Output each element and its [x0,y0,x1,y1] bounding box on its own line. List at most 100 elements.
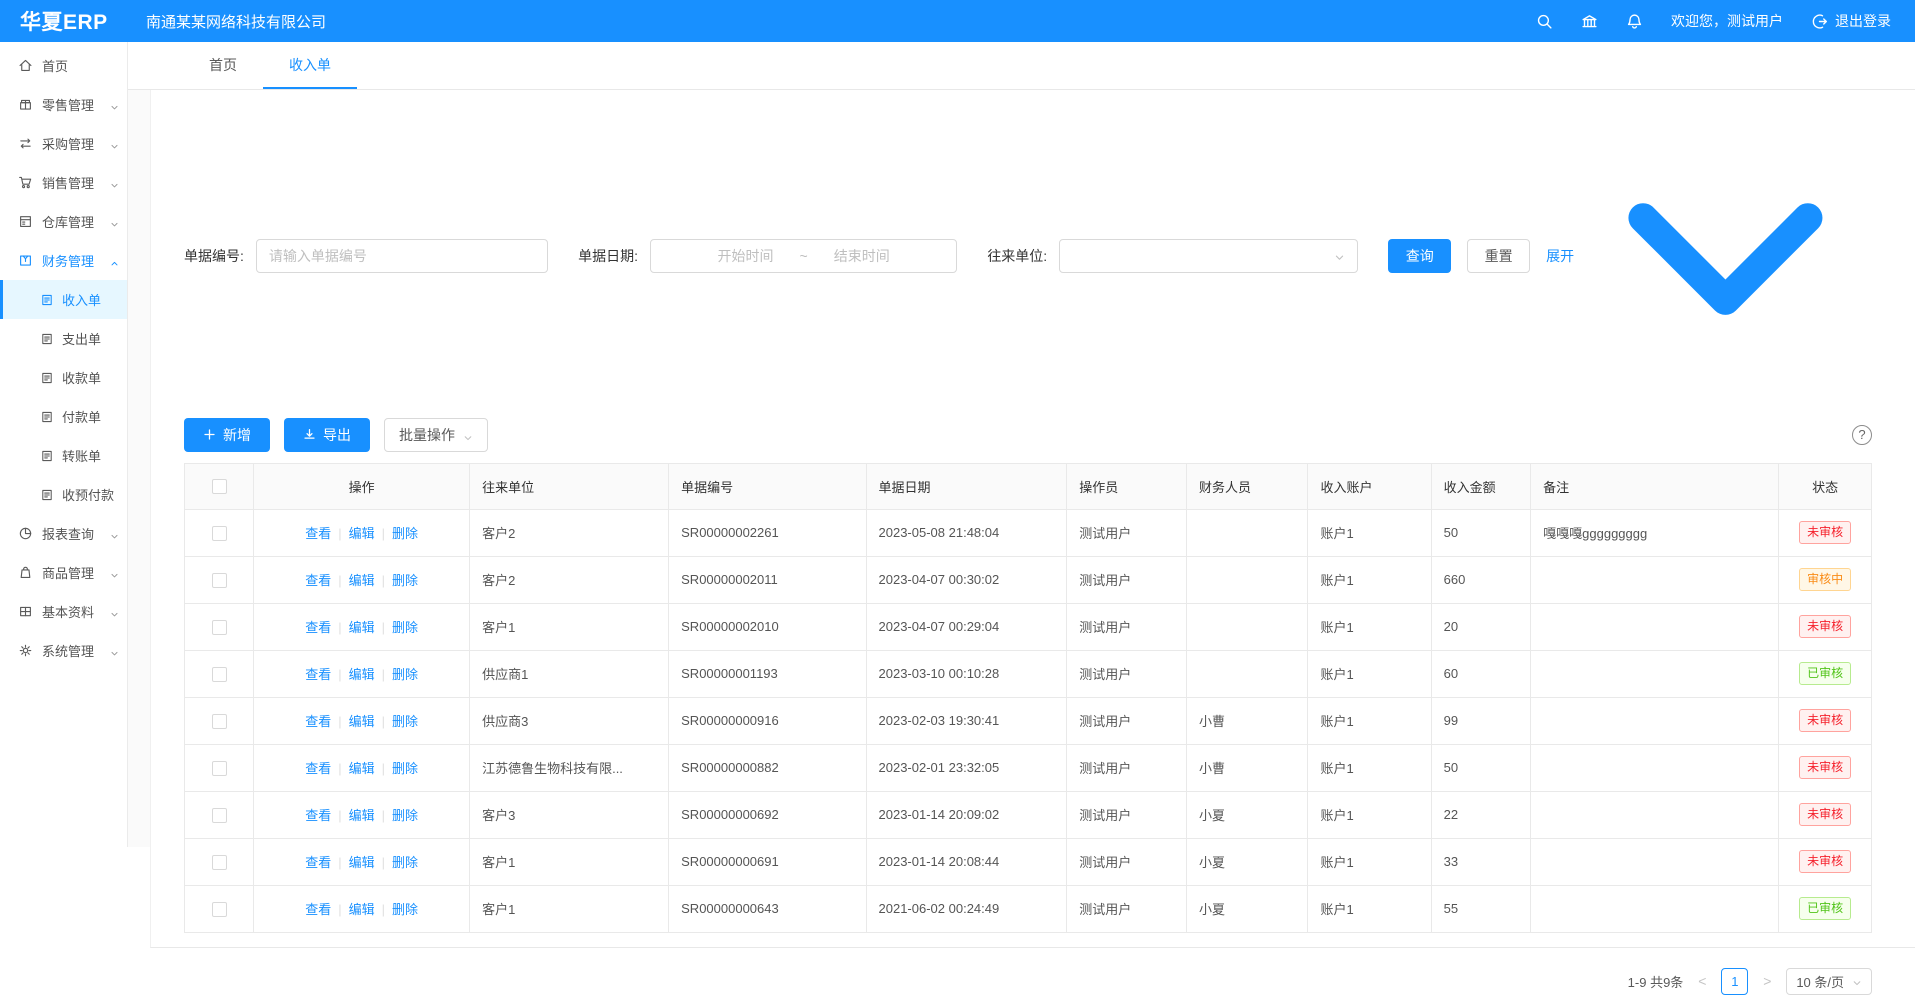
sidebar-item-goods[interactable]: 商品管理 [0,553,127,592]
cell-bill-no: SR00000000643 [669,885,866,932]
row-checkbox[interactable] [212,573,227,588]
view-link[interactable]: 查看 [305,714,331,729]
cell-bill-date: 2023-02-03 19:30:41 [866,697,1067,744]
status-badge: 未审核 [1799,850,1851,873]
row-checkbox[interactable] [212,667,227,682]
view-link[interactable]: 查看 [305,855,331,870]
edit-link[interactable]: 编辑 [349,573,375,588]
sidebar-item-expense-bill[interactable]: 支出单 [0,319,127,358]
document-icon [40,293,54,307]
page-number-button[interactable]: 1 [1721,968,1748,995]
sidebar-item-system[interactable]: 系统管理 [0,631,127,670]
sidebar-item-receipt-bill[interactable]: 收款单 [0,358,127,397]
bill-no-input[interactable] [256,239,548,273]
delete-link[interactable]: 删除 [392,714,418,729]
edit-link[interactable]: 编辑 [349,714,375,729]
sidebar-item-sales[interactable]: 销售管理 [0,163,127,202]
tab-income-bill[interactable]: 收入单 [263,42,357,89]
sidebar-item-income-bill[interactable]: 收入单 [0,280,127,319]
sidebar-item-basic-data[interactable]: 基本资料 [0,592,127,631]
export-button[interactable]: 导出 [284,418,370,452]
document-icon [40,332,54,346]
edit-link[interactable]: 编辑 [349,808,375,823]
delete-link[interactable]: 删除 [392,526,418,541]
cell-amount: 99 [1431,697,1531,744]
row-checkbox[interactable] [212,714,227,729]
bell-icon[interactable] [1626,13,1643,30]
col-partner: 往来单位 [470,463,669,509]
view-link[interactable]: 查看 [305,761,331,776]
chevron-down-icon [110,139,119,148]
row-checkbox[interactable] [212,526,227,541]
row-checkbox[interactable] [212,902,227,917]
cell-bill-no: SR00000002261 [669,509,866,556]
edit-link[interactable]: 编辑 [349,620,375,635]
sidebar-item-payment-bill[interactable]: 付款单 [0,397,127,436]
row-checkbox[interactable] [212,761,227,776]
date-separator: ~ [800,248,808,264]
next-page-button[interactable]: > [1758,973,1776,989]
expand-link[interactable]: 展开 [1546,108,1872,404]
prev-page-button[interactable]: < [1693,973,1711,989]
delete-link[interactable]: 删除 [392,761,418,776]
page-size-select[interactable]: 10 条/页 [1786,968,1872,995]
tab-home[interactable]: 首页 [183,42,263,89]
delete-link[interactable]: 删除 [392,667,418,682]
pagination-total: 1-9 共9条 [1628,972,1684,991]
delete-link[interactable]: 删除 [392,855,418,870]
view-link[interactable]: 查看 [305,808,331,823]
row-checkbox[interactable] [212,808,227,823]
logout-button[interactable]: 退出登录 [1811,11,1891,31]
partner-select[interactable] [1059,239,1358,273]
cell-bill-date: 2023-04-07 00:30:02 [866,556,1067,603]
cell-operator: 测试用户 [1067,603,1187,650]
cell-operator: 测试用户 [1067,744,1187,791]
sidebar-item-retail[interactable]: 零售管理 [0,85,127,124]
reset-button[interactable]: 重置 [1467,239,1530,273]
cell-remark [1531,556,1779,603]
chevron-down-icon [110,178,119,187]
view-link[interactable]: 查看 [305,902,331,917]
search-button[interactable]: 查询 [1388,239,1451,273]
help-icon[interactable]: ? [1852,425,1872,445]
company-name: 南通某某网络科技有限公司 [146,11,326,32]
sidebar-item-warehouse[interactable]: 仓库管理 [0,202,127,241]
gift-icon [18,97,33,112]
delete-link[interactable]: 删除 [392,620,418,635]
cell-account: 账户1 [1308,885,1431,932]
select-all-checkbox[interactable] [212,479,227,494]
shopping-bag-icon [18,565,33,580]
cell-remark [1531,697,1779,744]
search-icon[interactable] [1536,13,1553,30]
edit-link[interactable]: 编辑 [349,902,375,917]
date-range-input[interactable]: 开始时间 ~ 结束时间 [650,239,957,273]
status-badge: 未审核 [1799,615,1851,638]
view-link[interactable]: 查看 [305,667,331,682]
batch-actions-button[interactable]: 批量操作 [384,418,488,452]
delete-link[interactable]: 删除 [392,573,418,588]
delete-link[interactable]: 删除 [392,808,418,823]
bank-icon[interactable] [1581,13,1598,30]
add-button[interactable]: 新增 [184,418,270,452]
table-row: 查看|编辑|删除 江苏德鲁生物科技有限... SR00000000882 202… [185,744,1872,791]
sidebar-item-finance[interactable]: 财务管理 [0,241,127,280]
sidebar-item-advance-payment[interactable]: 收预付款 [0,475,127,514]
sidebar-item-purchase[interactable]: 采购管理 [0,124,127,163]
view-link[interactable]: 查看 [305,573,331,588]
status-badge: 未审核 [1799,756,1851,779]
delete-link[interactable]: 删除 [392,902,418,917]
sidebar-item-home[interactable]: 首页 [0,46,127,85]
cell-account: 账户1 [1308,744,1431,791]
edit-link[interactable]: 编辑 [349,761,375,776]
sidebar-item-reports[interactable]: 报表查询 [0,514,127,553]
edit-link[interactable]: 编辑 [349,667,375,682]
edit-link[interactable]: 编辑 [349,526,375,541]
logout-label: 退出登录 [1835,11,1891,31]
edit-link[interactable]: 编辑 [349,855,375,870]
sidebar-item-transfer-bill[interactable]: 转账单 [0,436,127,475]
view-link[interactable]: 查看 [305,620,331,635]
row-checkbox[interactable] [212,855,227,870]
view-link[interactable]: 查看 [305,526,331,541]
row-checkbox[interactable] [212,620,227,635]
cell-operator: 测试用户 [1067,697,1187,744]
